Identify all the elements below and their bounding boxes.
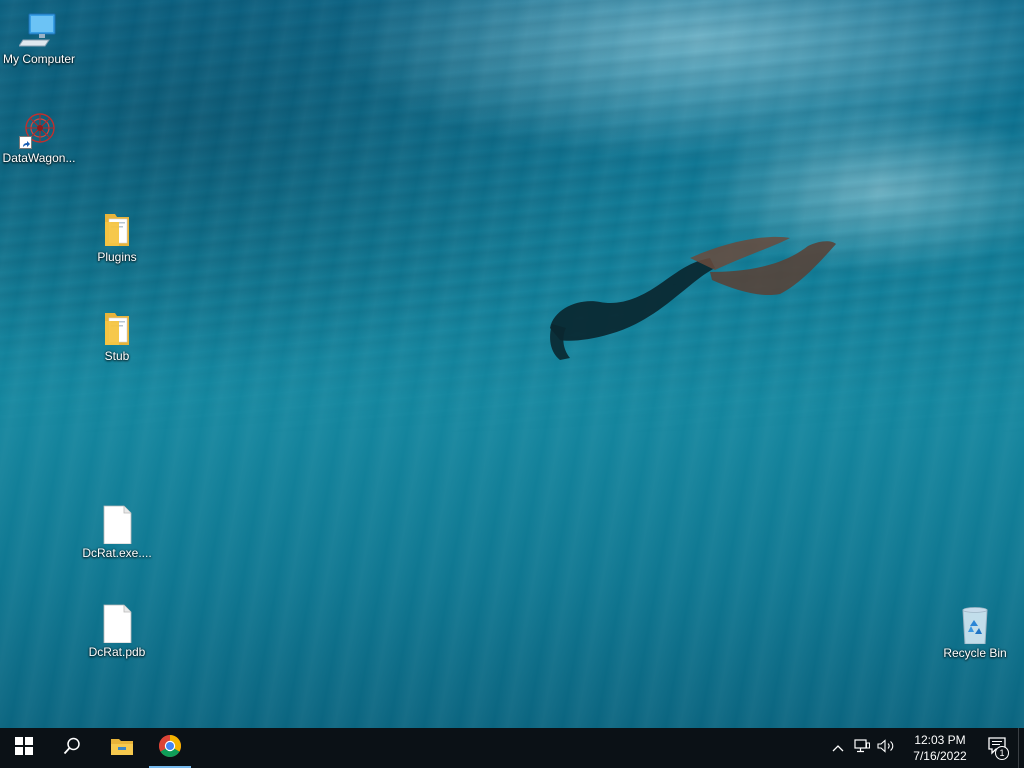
- desktop-icon-plugins-folder[interactable]: Plugins: [78, 202, 156, 274]
- chrome-icon: [158, 734, 182, 763]
- network-button[interactable]: [850, 728, 874, 768]
- clock-time: 12:03 PM: [914, 733, 966, 747]
- folder-icon: [97, 208, 137, 248]
- desktop[interactable]: My Computer DataWagon... Plugins Stub Dc…: [0, 0, 1024, 728]
- taskbar: 12:03 PM 7/16/2022 1: [0, 728, 1024, 768]
- system-tray: 12:03 PM 7/16/2022 1: [826, 728, 1024, 768]
- desktop-icon-dcrat-exe[interactable]: DcRat.exe....: [78, 498, 156, 570]
- show-desktop-button[interactable]: [1018, 728, 1024, 768]
- wallpaper-diver: [550, 236, 836, 360]
- desktop-icon-my-computer[interactable]: My Computer: [0, 4, 78, 76]
- clock-date: 7/16/2022: [913, 749, 967, 763]
- search-icon: [63, 737, 81, 760]
- desktop-icon-stub-folder[interactable]: Stub: [78, 301, 156, 373]
- desktop-icon-label: Recycle Bin: [943, 646, 1007, 660]
- desktop-icon-label: DcRat.exe....: [82, 546, 152, 560]
- desktop-icon-label: Stub: [104, 349, 130, 363]
- recycle-bin-icon: [955, 604, 995, 645]
- show-hidden-icons-button[interactable]: [826, 728, 850, 768]
- clock[interactable]: 12:03 PM 7/16/2022: [902, 728, 978, 768]
- windows-start-icon: [15, 736, 33, 760]
- network-icon: [854, 738, 870, 758]
- desktop-icon-label: Plugins: [97, 250, 137, 264]
- file-icon: [97, 504, 137, 545]
- datawagon-shortcut-icon: [19, 109, 59, 149]
- desktop-icon-label: My Computer: [2, 52, 76, 66]
- action-center-button[interactable]: 1: [978, 728, 1018, 768]
- desktop-icon-recycle-bin[interactable]: Recycle Bin: [936, 598, 1014, 670]
- file-explorer-icon: [110, 736, 134, 761]
- volume-button[interactable]: [874, 728, 898, 768]
- desktop-icon-label: DcRat.pdb: [88, 645, 146, 659]
- computer-icon: [18, 10, 59, 50]
- desktop-icon-dcrat-pdb[interactable]: DcRat.pdb: [78, 597, 156, 669]
- desktop-icon-label: DataWagon...: [2, 151, 76, 165]
- chrome-taskbar-button[interactable]: [146, 728, 194, 768]
- shortcut-arrow-icon: [19, 136, 32, 149]
- search-button[interactable]: [48, 728, 96, 768]
- file-icon: [97, 603, 137, 644]
- notification-count-badge: 1: [995, 746, 1009, 760]
- folder-icon: [97, 307, 137, 347]
- start-button[interactable]: [0, 728, 48, 768]
- volume-icon: [877, 738, 895, 758]
- chevron-up-icon: [832, 739, 844, 757]
- desktop-icon-datawagon[interactable]: DataWagon...: [0, 103, 78, 175]
- file-explorer-button[interactable]: [98, 728, 146, 768]
